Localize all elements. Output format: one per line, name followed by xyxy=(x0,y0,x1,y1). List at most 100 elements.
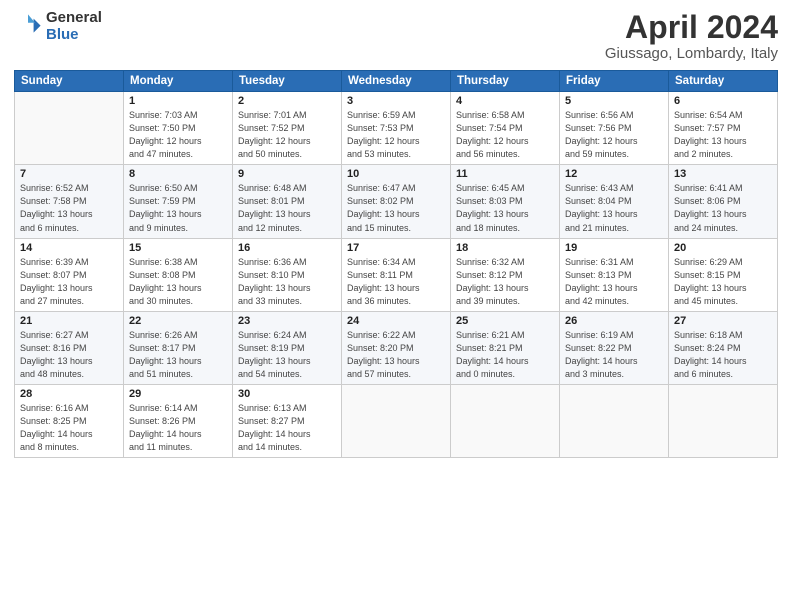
table-row: 14 Sunrise: 6:39 AM Sunset: 8:07 PM Dayli… xyxy=(15,238,124,311)
header-wednesday: Wednesday xyxy=(342,71,451,92)
day-number: 22 xyxy=(129,315,227,327)
calendar-week-row: 21 Sunrise: 6:27 AM Sunset: 8:16 PM Dayli… xyxy=(15,311,778,384)
table-row: 23 Sunrise: 6:24 AM Sunset: 8:19 PM Dayli… xyxy=(233,311,342,384)
day-info: Sunrise: 6:52 AM Sunset: 7:58 PM Dayligh… xyxy=(20,182,118,234)
table-row: 19Sunrise: 6:31 AM Sunset: 8:13 PM Dayli… xyxy=(560,238,669,311)
day-number: 1 xyxy=(129,95,227,107)
table-row: 25Sunrise: 6:21 AM Sunset: 8:21 PM Dayli… xyxy=(451,311,560,384)
header-friday: Friday xyxy=(560,71,669,92)
day-info: Sunrise: 6:21 AM Sunset: 8:21 PM Dayligh… xyxy=(456,329,554,381)
table-row: 7 Sunrise: 6:52 AM Sunset: 7:58 PM Daylig… xyxy=(15,165,124,238)
table-row: 28Sunrise: 6:16 AM Sunset: 8:25 PM Dayli… xyxy=(15,384,124,457)
table-row: 12Sunrise: 6:43 AM Sunset: 8:04 PM Dayli… xyxy=(560,165,669,238)
table-row: 20 Sunrise: 6:29 AM Sunset: 8:15 PM Dayli… xyxy=(669,238,778,311)
table-row: 6 Sunrise: 6:54 AM Sunset: 7:57 PM Daylig… xyxy=(669,92,778,165)
header-saturday: Saturday xyxy=(669,71,778,92)
day-info: Sunrise: 6:18 AM Sunset: 8:24 PM Dayligh… xyxy=(674,329,772,381)
day-info: Sunrise: 6:19 AM Sunset: 8:22 PM Dayligh… xyxy=(565,329,663,381)
day-info: Sunrise: 6:36 AM Sunset: 8:10 PM Dayligh… xyxy=(238,256,336,308)
title-block: April 2024 Giussago, Lombardy, Italy xyxy=(605,10,778,62)
day-number: 20 xyxy=(674,242,772,254)
day-info: Sunrise: 6:38 AM Sunset: 8:08 PM Dayligh… xyxy=(129,256,227,308)
day-number: 13 xyxy=(674,168,772,180)
day-info: Sunrise: 6:41 AM Sunset: 8:06 PM Dayligh… xyxy=(674,182,772,234)
day-number: 16 xyxy=(238,242,336,254)
day-number: 14 xyxy=(20,242,118,254)
day-info: Sunrise: 6:26 AM Sunset: 8:17 PM Dayligh… xyxy=(129,329,227,381)
day-info: Sunrise: 7:03 AM Sunset: 7:50 PM Dayligh… xyxy=(129,109,227,161)
table-row: 3 Sunrise: 6:59 AM Sunset: 7:53 PM Daylig… xyxy=(342,92,451,165)
table-row: 5Sunrise: 6:56 AM Sunset: 7:56 PM Daylig… xyxy=(560,92,669,165)
day-number: 26 xyxy=(565,315,663,327)
header: General Blue April 2024 Giussago, Lombar… xyxy=(14,10,778,62)
day-number: 18 xyxy=(456,242,554,254)
day-number: 27 xyxy=(674,315,772,327)
header-sunday: Sunday xyxy=(15,71,124,92)
day-info: Sunrise: 6:27 AM Sunset: 8:16 PM Dayligh… xyxy=(20,329,118,381)
calendar-week-row: 14 Sunrise: 6:39 AM Sunset: 8:07 PM Dayli… xyxy=(15,238,778,311)
header-monday: Monday xyxy=(124,71,233,92)
day-info: Sunrise: 6:22 AM Sunset: 8:20 PM Dayligh… xyxy=(347,329,445,381)
table-row: 10 Sunrise: 6:47 AM Sunset: 8:02 PM Dayli… xyxy=(342,165,451,238)
table-row: 26 Sunrise: 6:19 AM Sunset: 8:22 PM Dayli… xyxy=(560,311,669,384)
day-info: Sunrise: 6:24 AM Sunset: 8:19 PM Dayligh… xyxy=(238,329,336,381)
table-row: 18 Sunrise: 6:32 AM Sunset: 8:12 PM Dayli… xyxy=(451,238,560,311)
table-row: 9Sunrise: 6:48 AM Sunset: 8:01 PM Daylig… xyxy=(233,165,342,238)
day-info: Sunrise: 6:29 AM Sunset: 8:15 PM Dayligh… xyxy=(674,256,772,308)
table-row xyxy=(560,384,669,457)
day-number: 21 xyxy=(20,315,118,327)
day-number: 29 xyxy=(129,388,227,400)
day-number: 30 xyxy=(238,388,336,400)
day-number: 8 xyxy=(129,168,227,180)
table-row: 13 Sunrise: 6:41 AM Sunset: 8:06 PM Dayli… xyxy=(669,165,778,238)
day-number: 23 xyxy=(238,315,336,327)
day-info: Sunrise: 6:31 AM Sunset: 8:13 PM Dayligh… xyxy=(565,256,663,308)
table-row: 8 Sunrise: 6:50 AM Sunset: 7:59 PM Daylig… xyxy=(124,165,233,238)
calendar-subtitle: Giussago, Lombardy, Italy xyxy=(605,45,778,62)
table-row: 17Sunrise: 6:34 AM Sunset: 8:11 PM Dayli… xyxy=(342,238,451,311)
day-info: Sunrise: 6:39 AM Sunset: 8:07 PM Dayligh… xyxy=(20,256,118,308)
day-info: Sunrise: 6:43 AM Sunset: 8:04 PM Dayligh… xyxy=(565,182,663,234)
table-row: 2Sunrise: 7:01 AM Sunset: 7:52 PM Daylig… xyxy=(233,92,342,165)
logo-blue: Blue xyxy=(46,27,102,44)
day-info: Sunrise: 6:47 AM Sunset: 8:02 PM Dayligh… xyxy=(347,182,445,234)
table-row xyxy=(451,384,560,457)
day-number: 2 xyxy=(238,95,336,107)
table-row: 21 Sunrise: 6:27 AM Sunset: 8:16 PM Dayli… xyxy=(15,311,124,384)
calendar-week-row: 28Sunrise: 6:16 AM Sunset: 8:25 PM Dayli… xyxy=(15,384,778,457)
header-thursday: Thursday xyxy=(451,71,560,92)
day-info: Sunrise: 6:32 AM Sunset: 8:12 PM Dayligh… xyxy=(456,256,554,308)
day-info: Sunrise: 6:54 AM Sunset: 7:57 PM Dayligh… xyxy=(674,109,772,161)
day-number: 9 xyxy=(238,168,336,180)
day-number: 15 xyxy=(129,242,227,254)
day-number: 10 xyxy=(347,168,445,180)
table-row: 29 Sunrise: 6:14 AM Sunset: 8:26 PM Dayli… xyxy=(124,384,233,457)
header-tuesday: Tuesday xyxy=(233,71,342,92)
page: General Blue April 2024 Giussago, Lombar… xyxy=(0,0,792,612)
day-number: 28 xyxy=(20,388,118,400)
calendar-table: Sunday Monday Tuesday Wednesday Thursday… xyxy=(14,70,778,458)
logo-general: General xyxy=(46,10,102,27)
calendar-week-row: 7 Sunrise: 6:52 AM Sunset: 7:58 PM Daylig… xyxy=(15,165,778,238)
calendar-title: April 2024 xyxy=(605,10,778,45)
calendar-week-row: 1 Sunrise: 7:03 AM Sunset: 7:50 PM Daylig… xyxy=(15,92,778,165)
table-row: 24Sunrise: 6:22 AM Sunset: 8:20 PM Dayli… xyxy=(342,311,451,384)
day-info: Sunrise: 6:13 AM Sunset: 8:27 PM Dayligh… xyxy=(238,402,336,454)
day-info: Sunrise: 6:59 AM Sunset: 7:53 PM Dayligh… xyxy=(347,109,445,161)
table-row: 27 Sunrise: 6:18 AM Sunset: 8:24 PM Dayli… xyxy=(669,311,778,384)
table-row: 16 Sunrise: 6:36 AM Sunset: 8:10 PM Dayli… xyxy=(233,238,342,311)
day-info: Sunrise: 6:56 AM Sunset: 7:56 PM Dayligh… xyxy=(565,109,663,161)
day-number: 3 xyxy=(347,95,445,107)
table-row xyxy=(342,384,451,457)
day-number: 6 xyxy=(674,95,772,107)
table-row xyxy=(669,384,778,457)
day-number: 4 xyxy=(456,95,554,107)
logo-text: General Blue xyxy=(46,10,102,43)
day-info: Sunrise: 6:50 AM Sunset: 7:59 PM Dayligh… xyxy=(129,182,227,234)
day-number: 7 xyxy=(20,168,118,180)
weekday-header-row: Sunday Monday Tuesday Wednesday Thursday… xyxy=(15,71,778,92)
day-info: Sunrise: 6:34 AM Sunset: 8:11 PM Dayligh… xyxy=(347,256,445,308)
table-row: 30 Sunrise: 6:13 AM Sunset: 8:27 PM Dayli… xyxy=(233,384,342,457)
day-info: Sunrise: 6:14 AM Sunset: 8:26 PM Dayligh… xyxy=(129,402,227,454)
logo-icon xyxy=(14,13,42,41)
